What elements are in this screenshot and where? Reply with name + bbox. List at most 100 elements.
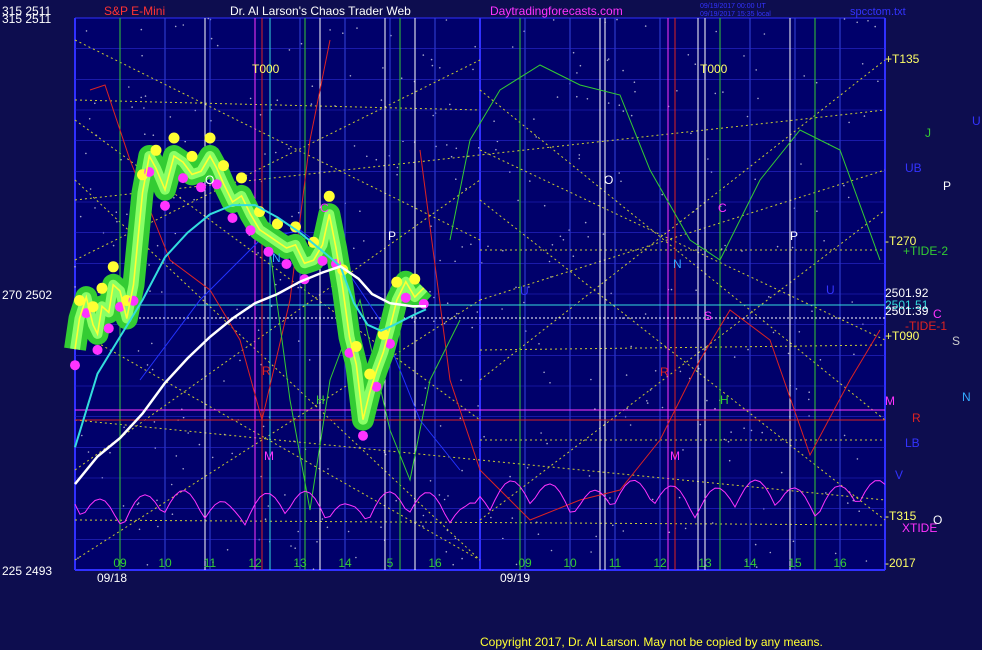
star-dot bbox=[327, 468, 329, 470]
star-dot bbox=[359, 210, 361, 212]
star-dot bbox=[439, 425, 442, 427]
star-dot bbox=[445, 551, 448, 553]
x-tick-label: 15 bbox=[788, 556, 802, 570]
swing-low-dot bbox=[70, 360, 80, 371]
star-dot bbox=[629, 424, 632, 426]
star-dot bbox=[768, 296, 770, 298]
star-dot bbox=[616, 18, 618, 21]
star-dot bbox=[140, 96, 142, 99]
star-dot bbox=[699, 423, 702, 426]
star-dot bbox=[877, 80, 879, 83]
star-dot bbox=[131, 106, 133, 108]
star-dot bbox=[769, 551, 772, 554]
star-dot bbox=[798, 331, 801, 333]
star-dot bbox=[85, 152, 87, 155]
star-dot bbox=[576, 72, 578, 74]
star-dot bbox=[355, 556, 357, 559]
star-dot bbox=[310, 103, 313, 105]
x-tick-label: 11 bbox=[609, 556, 622, 570]
star-dot bbox=[207, 17, 210, 20]
star-dot bbox=[537, 533, 540, 535]
star-dot bbox=[728, 459, 731, 462]
y-tick-label: 225 2493 bbox=[2, 564, 52, 578]
star-dot bbox=[848, 121, 850, 124]
star-dot bbox=[644, 313, 647, 315]
star-dot bbox=[847, 502, 849, 504]
star-dot bbox=[679, 370, 682, 373]
plot-marker: C bbox=[718, 201, 727, 215]
star-dot bbox=[450, 155, 453, 158]
star-dot bbox=[523, 301, 525, 304]
swing-low-dot bbox=[245, 225, 256, 236]
star-dot bbox=[123, 426, 125, 429]
x-tick-label: 5 bbox=[387, 556, 394, 570]
star-dot bbox=[682, 449, 684, 451]
star-dot bbox=[267, 505, 270, 507]
star-dot bbox=[396, 166, 399, 169]
star-dot bbox=[156, 244, 159, 247]
star-dot bbox=[137, 350, 140, 352]
star-dot bbox=[792, 540, 795, 543]
star-dot bbox=[443, 322, 446, 325]
planet-label: +TIDE-2 bbox=[903, 244, 948, 258]
star-dot bbox=[275, 151, 277, 154]
star-dot bbox=[297, 530, 300, 533]
star-dot bbox=[424, 387, 427, 389]
star-dot bbox=[511, 46, 514, 48]
star-dot bbox=[787, 352, 790, 355]
x-tick-label: 14 bbox=[338, 556, 352, 570]
plot-marker: R bbox=[660, 365, 669, 379]
star-dot bbox=[676, 90, 678, 92]
star-dot bbox=[182, 24, 185, 26]
star-dot bbox=[429, 290, 431, 293]
star-dot bbox=[483, 435, 485, 438]
star-dot bbox=[572, 255, 575, 257]
star-dot bbox=[455, 147, 458, 150]
star-dot bbox=[175, 455, 178, 457]
star-dot bbox=[298, 340, 300, 342]
star-dot bbox=[461, 557, 463, 560]
swing-low-dot bbox=[160, 200, 170, 211]
star-dot bbox=[400, 77, 403, 79]
star-dot bbox=[236, 308, 238, 311]
star-dot bbox=[618, 172, 620, 174]
star-dot bbox=[366, 155, 368, 158]
star-dot bbox=[746, 115, 749, 118]
star-dot bbox=[257, 329, 260, 332]
star-dot bbox=[843, 434, 846, 437]
star-dot bbox=[94, 102, 96, 105]
star-dot bbox=[126, 213, 128, 216]
star-dot bbox=[77, 557, 79, 559]
plot-marker: M bbox=[264, 449, 274, 463]
star-dot bbox=[288, 147, 290, 150]
star-dot bbox=[808, 391, 810, 394]
star-dot bbox=[856, 21, 858, 24]
swing-low-dot bbox=[227, 213, 238, 223]
star-dot bbox=[288, 49, 291, 51]
star-dot bbox=[687, 54, 690, 56]
star-dot bbox=[422, 525, 424, 527]
star-dot bbox=[602, 233, 605, 235]
planet-label: M bbox=[885, 394, 895, 408]
plot-marker: H bbox=[720, 393, 729, 407]
star-dot bbox=[257, 252, 259, 254]
star-dot bbox=[264, 518, 267, 520]
star-dot bbox=[297, 211, 300, 214]
header-file: spcctom.txt bbox=[850, 6, 906, 18]
star-dot bbox=[803, 75, 805, 77]
star-dot bbox=[587, 236, 589, 238]
star-dot bbox=[430, 58, 433, 61]
star-dot bbox=[316, 541, 318, 543]
plot-marker: U bbox=[826, 283, 835, 297]
x-tick-label: 10 bbox=[158, 556, 172, 570]
swing-low-dot bbox=[92, 344, 103, 355]
star-dot bbox=[670, 288, 673, 291]
planet-label: P bbox=[943, 179, 951, 193]
star-dot bbox=[791, 246, 794, 249]
star-dot bbox=[843, 18, 846, 20]
star-dot bbox=[606, 59, 609, 62]
star-dot bbox=[187, 432, 189, 434]
star-dot bbox=[834, 552, 837, 555]
price-chart: 315 2511 S&P E-Mini Dr. Al Larson's Chaos … bbox=[2, 3, 981, 649]
star-dot bbox=[795, 388, 798, 390]
